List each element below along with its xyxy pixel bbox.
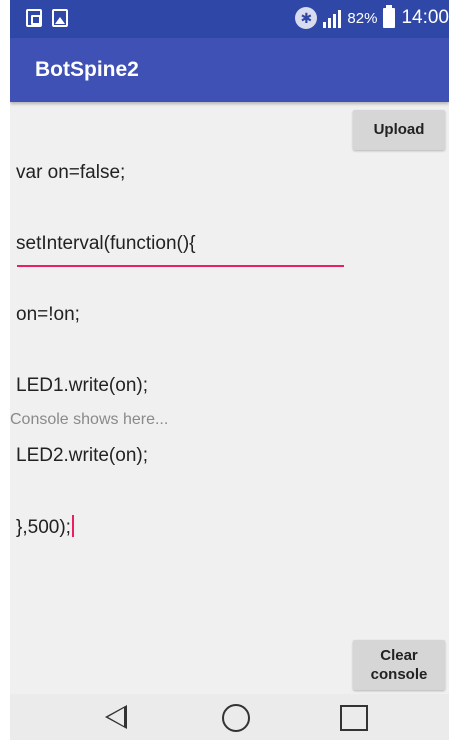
code-line-text: },500); (16, 517, 71, 539)
app-bar: BotSpine2 (10, 38, 449, 102)
editor-underline (17, 265, 344, 267)
navigation-bar (10, 694, 449, 740)
code-line: on=!on; (16, 303, 80, 325)
status-bar: ✱ 82% 14:00 (10, 0, 449, 38)
code-line: LED2.write(on); (16, 445, 148, 467)
back-icon[interactable] (105, 705, 127, 729)
status-indicators: ✱ 82% 14:00 (295, 5, 449, 29)
home-icon[interactable] (222, 704, 250, 732)
app-title: BotSpine2 (35, 58, 139, 81)
bluetooth-icon: ✱ (295, 7, 318, 29)
upload-button[interactable]: Upload (353, 110, 445, 150)
signal-icon (323, 8, 342, 28)
image-icon (52, 9, 68, 27)
status-notifications (26, 9, 68, 27)
text-cursor (71, 515, 74, 538)
code-line: setInterval(function(){ (16, 232, 196, 254)
battery-icon (383, 5, 396, 28)
status-time: 14:00 (401, 7, 449, 28)
code-line-last: },500); (16, 515, 346, 539)
console-output: Console shows here... (10, 411, 169, 428)
code-line: var on=false; (16, 162, 126, 184)
battery-percent: 82% (347, 9, 378, 27)
code-editor[interactable]: var on=false; setInterval(function(){ on… (16, 114, 346, 586)
recents-icon[interactable] (340, 705, 368, 731)
copy-icon (26, 9, 42, 27)
clear-console-button[interactable]: Clear console (353, 640, 445, 690)
code-line: LED1.write(on); (16, 374, 148, 396)
phone-screen: ✱ 82% 14:00 BotSpine2 var on=false; setI… (10, 0, 449, 740)
